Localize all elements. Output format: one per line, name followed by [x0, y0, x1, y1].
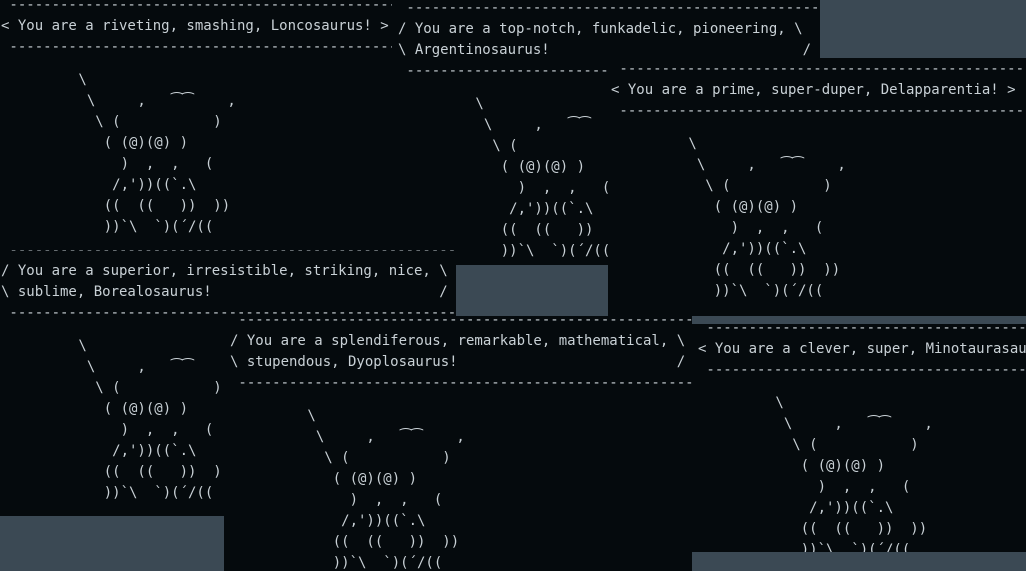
dinosaur-ascii-art: \ \ , ⁀⁀ , \ ( ) ( (@)(@) ) ) , , ( /,')…: [775, 395, 933, 552]
dinosaur-ascii-art: \ \ , ⁀⁀ , \ ( ) ( (@)(@) ) ) , , ( /,')…: [78, 338, 235, 501]
terminal-window-5[interactable]: ----------------------------------------…: [224, 316, 692, 571]
speech-bubble: ----------------------------------------…: [230, 316, 692, 391]
dinosaur-ascii-art: \ \ , ⁀⁀ , \ ( ) ( (@)(@) ) ) , , ( /,')…: [307, 408, 465, 571]
speech-bubble: ----------------------------------------…: [1, 250, 456, 321]
terminal-window-3[interactable]: ----------------------------------------…: [608, 58, 1026, 316]
dinosaur-ascii-art: \ \ , ⁀⁀ , \ ( ) ( (@)(@) ) ) , , ( /,')…: [688, 136, 846, 299]
terminal-window-1[interactable]: ----------------------------------------…: [0, 0, 392, 250]
speech-bubble: ----------------------------------------…: [611, 61, 1026, 119]
speech-bubble: ----------------------------------------…: [1, 0, 392, 55]
terminal-window-6[interactable]: ----------------------------------------…: [692, 324, 1026, 552]
dinosaur-ascii-art: \ \ , ⁀⁀ , \ ( ) ( (@)(@) ) ) , , ( /,')…: [78, 72, 236, 235]
speech-bubble: ----------------------------------------…: [698, 324, 1026, 378]
dinosaur-ascii-art: \ \ , ⁀⁀ , \ ( ) ( (@)(@) ) ) , , ( /,')…: [475, 96, 632, 259]
